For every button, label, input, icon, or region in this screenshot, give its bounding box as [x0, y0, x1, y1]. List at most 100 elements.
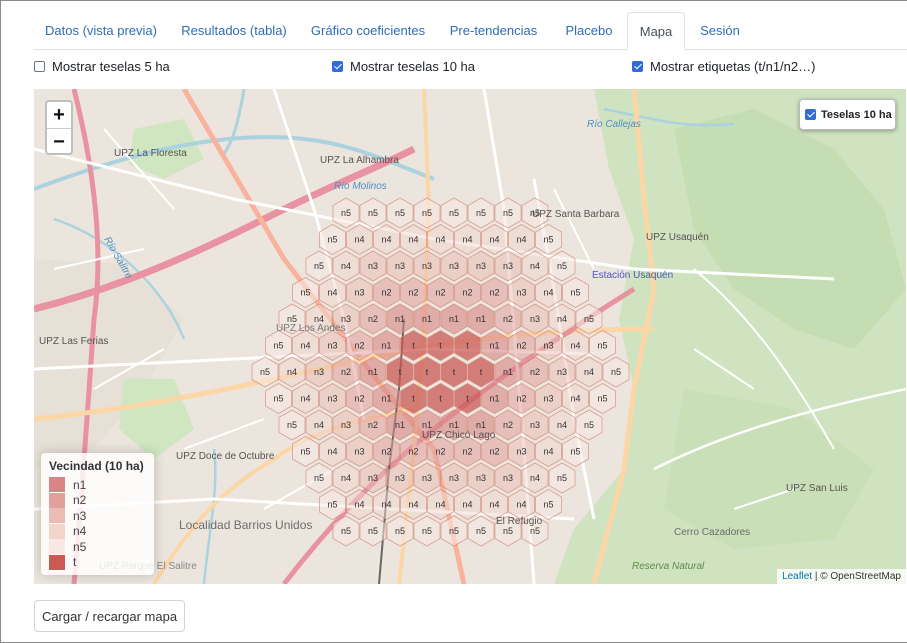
osm-attribution[interactable]: © OpenStreetMap: [820, 571, 901, 582]
checkbox-teselas-10-box[interactable]: [332, 60, 343, 72]
place-label: El Refugio: [496, 516, 543, 527]
checkbox-teselas-5[interactable]: Mostrar teselas 5 ha: [34, 56, 170, 76]
tab-datos[interactable]: Datos (vista previa): [34, 12, 168, 49]
hex-tile-label: n2: [341, 367, 351, 377]
tab-placebo[interactable]: Placebo: [551, 12, 627, 49]
hex-tile-label: n5: [273, 341, 283, 351]
hex-tile-label: n5: [341, 208, 351, 218]
hex-tile-label: n2: [408, 288, 418, 298]
legend-swatch: [49, 477, 65, 493]
legend-swatch: [49, 523, 65, 539]
hex-tile-label: n5: [260, 367, 270, 377]
hex-tile-label: n2: [435, 288, 445, 298]
place-label: UPZ Doce de Octubre: [176, 451, 275, 462]
hex-tile-label: n4: [300, 394, 310, 404]
legend-swatch: [49, 508, 65, 524]
legend-swatch: [49, 554, 65, 570]
hex-tile-label: n1: [476, 420, 486, 430]
hex-tile-label: n5: [597, 394, 607, 404]
legend-item: t: [49, 554, 146, 571]
hex-tile-label: n3: [557, 367, 567, 377]
zoom-in-button[interactable]: +: [47, 102, 71, 128]
hex-tile-label: n2: [503, 314, 513, 324]
hex-tile-label: n1: [381, 394, 391, 404]
place-label: Estación Usaquén: [592, 270, 673, 281]
hex-tile-label: n5: [395, 526, 405, 536]
checkbox-etiquetas-box[interactable]: [632, 60, 643, 72]
place-label: UPZ Los Andes: [276, 323, 345, 334]
hex-tile-label: n2: [530, 367, 540, 377]
hex-tile-label: n5: [314, 473, 324, 483]
hex-tile-label: n3: [503, 473, 513, 483]
hex-tile-label: n4: [570, 341, 580, 351]
place-label: UPZ La Floresta: [114, 148, 187, 159]
hex-tile-label: n3: [327, 341, 337, 351]
checkbox-etiquetas-label: Mostrar etiquetas (t/n1/n2…): [650, 58, 816, 74]
tab-bar: Datos (vista previa) Resultados (tabla) …: [34, 12, 907, 50]
zoom-out-button[interactable]: −: [47, 128, 71, 155]
legend-item: n1: [49, 477, 146, 493]
legend-label: n4: [73, 524, 87, 539]
hex-tile-label: n2: [381, 288, 391, 298]
tab-resultados[interactable]: Resultados (tabla): [168, 12, 300, 49]
hex-tile-label: n2: [516, 394, 526, 404]
map-attribution: Leaflet | © OpenStreetMap: [777, 569, 906, 584]
hex-tile-label: n5: [368, 208, 378, 218]
hex-tile-label: n5: [449, 208, 459, 218]
checkbox-teselas-10[interactable]: Mostrar teselas 10 ha: [332, 56, 475, 76]
tab-pretendencias[interactable]: Pre-tendencias: [436, 12, 551, 49]
map-canvas[interactable]: n5 n5 n5 n5 n5 n5 n5 n5n5 n4 n4 n4 n4 n4 n4 n4 n5n5 n4 n3…: [34, 89, 906, 584]
checkbox-teselas-10-label: Mostrar teselas 10 ha: [350, 58, 476, 74]
tab-grafico[interactable]: Gráfico coeficientes: [300, 12, 436, 49]
hex-tile-label: n2: [489, 447, 499, 457]
hex-tile-label: n1: [422, 314, 432, 324]
hex-tile-label: n3: [354, 447, 364, 457]
hex-tile-label: n3: [530, 314, 540, 324]
hex-tile-label: n5: [327, 235, 337, 245]
legend: Vecindad (10 ha) n1 n2 n3 n4 n5 t: [41, 453, 154, 575]
map-container[interactable]: n5 n5 n5 n5 n5 n5 n5 n5 n5 n4 n4 n4 n4 n4 n4 n4 n5 n5 n4 n3…: [34, 89, 906, 584]
hex-tile-label: n2: [462, 288, 472, 298]
hex-tile-label: n1: [422, 420, 432, 430]
hex-tile-label: n5: [530, 526, 540, 536]
hex-tile-label: n4: [530, 473, 540, 483]
place-label: Reserva Natural: [632, 561, 705, 572]
hex-tile-label: n4: [557, 314, 567, 324]
hex-tile-label: n3: [341, 420, 351, 430]
layer-checkbox[interactable]: [805, 109, 816, 120]
hex-tile-label: n1: [381, 341, 391, 351]
hex-tile-label: n4: [543, 288, 553, 298]
hex-tile-label: n1: [503, 367, 513, 377]
hex-tile-label: n5: [422, 208, 432, 218]
place-label: Localidad Barrios Unidos: [179, 518, 312, 532]
tab-mapa[interactable]: Mapa: [627, 12, 685, 50]
checkbox-teselas-5-box[interactable]: [34, 60, 45, 72]
hex-tile-label: n1: [449, 314, 459, 324]
load-map-button[interactable]: Cargar / recargar mapa: [34, 600, 185, 632]
legend-label: n5: [73, 539, 87, 554]
place-label: UPZ La Alhambra: [320, 155, 399, 166]
hex-tile-label: n4: [341, 473, 351, 483]
hex-tile-label: n4: [435, 500, 445, 510]
hex-tile-label: n3: [368, 261, 378, 271]
hex-tile-label: n4: [516, 500, 526, 510]
leaflet-link[interactable]: Leaflet: [782, 571, 812, 582]
tab-sesion[interactable]: Sesión: [685, 12, 755, 49]
checkbox-etiquetas[interactable]: Mostrar etiquetas (t/n1/n2…): [632, 56, 815, 76]
hex-tile-label: n4: [381, 500, 391, 510]
hex-tile-label: n3: [476, 261, 486, 271]
hex-tile-label: n1: [489, 341, 499, 351]
hex-tile-label: n3: [449, 261, 459, 271]
hex-tile-label: n5: [273, 394, 283, 404]
hex-tile-label: n1: [476, 314, 486, 324]
hex-tile-label: n5: [503, 208, 513, 218]
hex-tile-label: n4: [327, 447, 337, 457]
hex-tile-label: n3: [543, 341, 553, 351]
hex-tile-label: n3: [422, 473, 432, 483]
layer-control[interactable]: Teselas 10 ha: [799, 99, 896, 130]
hex-tile-label: n4: [489, 235, 499, 245]
place-label: Río Molinos: [334, 181, 387, 192]
legend-item: n3: [49, 508, 146, 524]
zoom-control: + −: [45, 100, 73, 155]
hex-tile-label: n5: [341, 526, 351, 536]
